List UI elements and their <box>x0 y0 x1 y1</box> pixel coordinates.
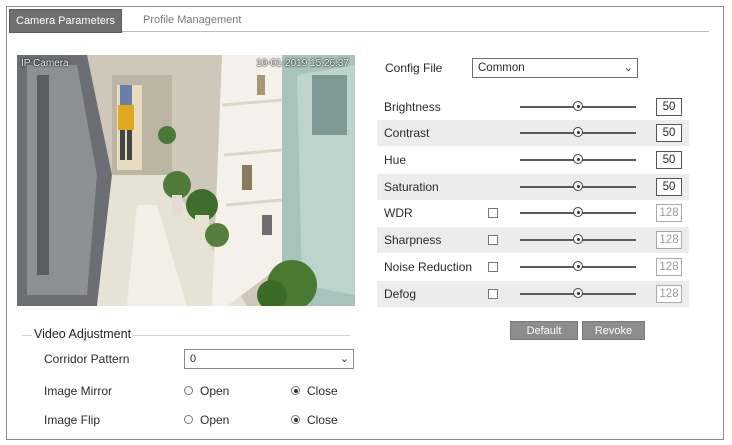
osd-camera-name: IP Camera <box>21 58 69 69</box>
param-label: Saturation <box>384 180 439 194</box>
param-row-noise-reduction: Noise Reduction 128 <box>377 254 689 280</box>
image-mirror-label: Image Mirror <box>44 384 113 398</box>
param-label: Contrast <box>384 126 430 140</box>
noise-reduction-value-field[interactable]: 128 <box>656 258 682 276</box>
param-label: WDR <box>384 206 413 220</box>
defog-value-field[interactable]: 128 <box>656 285 682 303</box>
noise-reduction-slider-thumb[interactable] <box>573 261 583 271</box>
revoke-button[interactable]: Revoke <box>582 321 645 340</box>
corridor-pattern-value: 0 <box>190 353 197 365</box>
param-label: Sharpness <box>384 233 442 247</box>
saturation-value-field[interactable]: 50 <box>656 178 682 196</box>
param-label: Hue <box>384 153 407 167</box>
config-file-value: Common <box>478 62 525 74</box>
chevron-down-icon: ⌄ <box>623 62 633 74</box>
param-label: Noise Reduction <box>384 260 473 274</box>
wdr-slider-thumb[interactable] <box>573 207 583 217</box>
param-label: Brightness <box>384 100 441 114</box>
image-mirror-close-label: Close <box>307 384 338 398</box>
image-mirror-close-radio[interactable] <box>291 386 300 395</box>
sharpness-slider-thumb[interactable] <box>573 234 583 244</box>
video-adjustment-group: Video Adjustment Corridor Pattern 0 ⌄ Im… <box>22 327 354 436</box>
chevron-down-icon: ⌄ <box>339 353 349 365</box>
noise-reduction-checkbox[interactable] <box>488 262 498 272</box>
wdr-value-field[interactable]: 128 <box>656 204 682 222</box>
image-flip-close-label: Close <box>307 413 338 427</box>
camera-preview-image <box>17 55 355 306</box>
osd-timestamp: 10-01-2019 15:26:37 <box>256 58 349 69</box>
param-row-saturation: Saturation 50 <box>377 174 689 200</box>
tab-camera-parameters[interactable]: Camera Parameters <box>9 9 123 33</box>
image-flip-open-label: Open <box>200 413 230 427</box>
brightness-value-field[interactable]: 50 <box>656 98 682 116</box>
image-flip-label: Image Flip <box>44 413 101 427</box>
sharpness-value-field[interactable]: 128 <box>656 231 682 249</box>
camera-preview: IP Camera 10-01-2019 15:26:37 <box>17 55 355 306</box>
image-flip-open-radio[interactable] <box>184 415 193 424</box>
contrast-slider-thumb[interactable] <box>573 127 583 137</box>
param-row-brightness: Brightness 50 <box>377 94 689 120</box>
hue-value-field[interactable]: 50 <box>656 151 682 169</box>
param-row-wdr: WDR 128 <box>377 200 689 226</box>
wdr-checkbox[interactable] <box>488 208 498 218</box>
hue-slider-thumb[interactable] <box>573 154 583 164</box>
image-mirror-open-radio[interactable] <box>184 386 193 395</box>
tab-bar: Camera Parameters Profile Management <box>9 9 709 33</box>
config-file-select[interactable]: Common ⌄ <box>472 58 638 78</box>
saturation-slider-thumb[interactable] <box>573 181 583 191</box>
sharpness-checkbox[interactable] <box>488 235 498 245</box>
param-row-hue: Hue 50 <box>377 147 689 173</box>
contrast-value-field[interactable]: 50 <box>656 124 682 142</box>
param-row-defog: Defog 128 <box>377 281 689 307</box>
param-label: Defog <box>384 287 417 301</box>
video-adjustment-title: Video Adjustment <box>32 327 134 341</box>
defog-slider-thumb[interactable] <box>573 288 583 298</box>
corridor-pattern-select[interactable]: 0 ⌄ <box>184 349 354 369</box>
corridor-pattern-label: Corridor Pattern <box>44 352 130 366</box>
defog-checkbox[interactable] <box>488 289 498 299</box>
tab-profile-management[interactable]: Profile Management <box>137 9 247 31</box>
image-mirror-open-label: Open <box>200 384 230 398</box>
config-file-label: Config File <box>385 61 443 75</box>
param-row-sharpness: Sharpness 128 <box>377 227 689 253</box>
image-flip-close-radio[interactable] <box>291 415 300 424</box>
brightness-slider-thumb[interactable] <box>573 101 583 111</box>
param-row-contrast: Contrast 50 <box>377 120 689 146</box>
default-button[interactable]: Default <box>510 321 578 340</box>
